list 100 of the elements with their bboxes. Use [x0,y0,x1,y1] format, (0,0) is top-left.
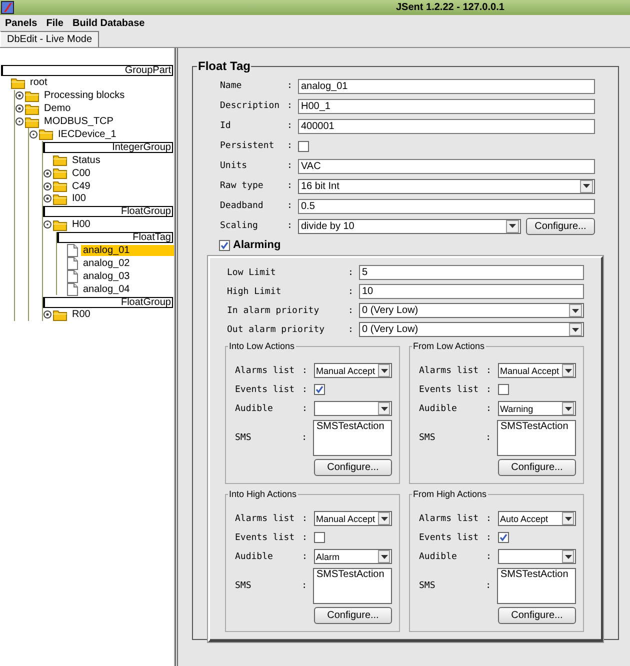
expanded-handle-icon[interactable] [43,220,52,230]
tree-item[interactable]: I00 [70,193,88,204]
colon: : [348,306,354,316]
dropdown[interactable]: 16 bit Int [298,178,595,194]
field-label: Low Limit [226,268,277,278]
dropdown[interactable]: Alarm [314,549,392,564]
dropdown[interactable] [498,549,576,564]
tab[interactable]: DbEdit - Live Mode [0,31,100,47]
input-field[interactable]: VAC [298,158,595,174]
folder-icon [11,76,25,89]
dropdown[interactable] [314,401,392,416]
expanded-handle-icon[interactable] [15,117,24,126]
caret-icon [572,308,579,312]
input-field[interactable]: 0.5 [298,198,595,214]
tree-item[interactable]: C00 [70,168,92,179]
caret-icon [380,406,388,410]
field-label: Alarms list [235,366,296,376]
field-label: Audible [235,404,274,414]
folder-icon [25,102,39,115]
tree-item[interactable]: root [28,77,50,88]
field-label: SMS [235,581,252,591]
tree-item[interactable]: MODBUS_TCP [42,116,116,128]
input-field[interactable]: analog_01 [298,78,595,94]
collapsed-handle-icon[interactable] [43,182,52,191]
tree-item[interactable]: analog_04 [81,284,132,295]
collapsed-handle-icon[interactable] [15,91,24,100]
folder-icon [25,90,39,102]
group-title: Float Tag [197,59,252,73]
tree-item[interactable]: analog_01 [81,244,174,256]
menu-item[interactable]: Panels [3,18,44,28]
dropdown[interactable]: Warning [498,401,576,416]
collapsed-handle-icon[interactable] [15,104,24,114]
colon: : [302,384,308,394]
dropdown[interactable]: Manual Accept [314,511,392,526]
text-area[interactable]: SMSTestAction [497,420,576,456]
colon: : [287,181,294,191]
menu-item[interactable]: Build Database [70,18,152,28]
checkbox[interactable] [219,240,230,250]
collapsed-handle-icon[interactable] [43,194,52,204]
tree-item[interactable]: IECDevice_1 [56,128,118,140]
field-label: SMS [419,433,436,443]
folder-icon [53,308,67,321]
field-label: High Limit [226,286,282,296]
tree-item[interactable]: analog_02 [81,258,132,269]
document-icon [67,244,78,257]
dropdown[interactable]: Manual Accept [498,363,576,378]
colon: : [287,101,294,111]
configure-button[interactable]: Configure... [526,218,595,234]
input-field[interactable]: 5 [359,265,584,280]
tree-item[interactable]: H00 [70,219,92,230]
tree-item[interactable]: analog_03 [81,270,132,282]
configure-button[interactable]: Configure... [498,606,576,624]
configure-button[interactable]: Configure... [498,458,576,476]
checkbox[interactable] [498,532,509,543]
field-label: Description [219,101,281,111]
dropdown[interactable]: Auto Accept [498,511,576,526]
tree-item[interactable]: Processing blocks [42,90,127,102]
field-label: Scaling [219,221,259,231]
colon: : [287,141,294,151]
field-label: In alarm priority [226,306,320,316]
input-field[interactable]: 400001 [298,118,595,134]
text-area[interactable]: SMSTestAction [313,568,392,604]
expanded-handle-icon[interactable] [29,130,38,139]
field-label: Raw type [219,181,264,191]
text-area[interactable]: SMSTestAction [313,420,392,456]
text-area[interactable]: SMSTestAction [497,568,576,604]
input-field[interactable]: 10 [359,284,584,299]
colon: : [287,221,294,231]
field-label: Name [219,81,243,91]
dropdown[interactable]: divide by 10 [298,218,521,234]
caret-icon [564,516,572,520]
collapsed-handle-icon[interactable] [43,168,52,178]
group-title: From Low Actions [412,341,486,351]
tree-item[interactable]: Demo [42,103,73,114]
checkbox-label: Alarming [233,239,281,251]
checkbox[interactable] [314,532,325,543]
caret-icon [583,184,590,188]
input-field[interactable]: H00_1 [298,98,595,114]
configure-button[interactable]: Configure... [314,606,392,624]
colon: : [302,404,308,414]
menu-item[interactable]: File [44,18,70,28]
checkbox[interactable] [314,384,325,395]
group-title: From High Actions [412,489,488,499]
window-title: JSent 1.2.22 - 127.0.0.1 [396,2,504,13]
group-header: IntegerGroup [43,142,173,153]
group-title: Into Low Actions [228,341,296,351]
checkbox[interactable] [498,384,509,395]
collapsed-handle-icon[interactable] [43,310,52,320]
tree-item[interactable]: C49 [70,180,92,192]
dropdown[interactable]: Manual Accept [314,363,392,378]
folder-icon [53,167,67,180]
tree-item[interactable]: R00 [70,309,92,320]
tree-item[interactable]: Status [70,154,102,166]
dropdown[interactable]: 0 (Very Low) [359,322,584,337]
folder-icon [53,180,67,192]
caret-icon [572,328,579,332]
caret-icon [564,406,572,410]
configure-button[interactable]: Configure... [314,458,392,476]
checkbox[interactable] [298,140,309,152]
dropdown[interactable]: 0 (Very Low) [359,303,584,318]
